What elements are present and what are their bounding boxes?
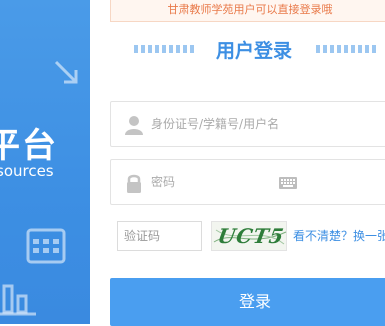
captcha-code: UCT5 <box>215 224 287 248</box>
brand-subtitle: sources <box>0 162 54 180</box>
password-placeholder: 密码 <box>151 175 176 189</box>
captcha-image[interactable]: UCT5 <box>211 221 287 251</box>
expand-arrow-icon <box>54 60 78 84</box>
bar-chart-icon <box>0 284 36 316</box>
username-placeholder: 身份证号/学籍号/用户名 <box>151 117 280 131</box>
refresh-captcha-link[interactable]: 看不清楚？换一张 <box>293 221 385 251</box>
login-heading: 用户登录 <box>134 34 385 64</box>
brand-title: 平台 <box>0 126 58 166</box>
heading-decoration-right <box>316 45 378 53</box>
password-field[interactable]: 密码 <box>110 159 385 205</box>
notice-banner: 甘肃教师学苑用户可以直接登录哦 <box>110 0 385 22</box>
username-field[interactable]: 身份证号/学籍号/用户名 <box>110 101 385 147</box>
calendar-icon <box>26 228 66 264</box>
keyboard-icon[interactable] <box>279 177 297 189</box>
brand-panel: 平台 sources <box>0 0 90 324</box>
page-title: 用户登录 <box>216 40 293 62</box>
user-icon <box>125 116 143 135</box>
heading-decoration-left <box>134 45 196 53</box>
captcha-input[interactable]: 验证码 <box>117 221 202 251</box>
lock-icon <box>127 174 141 193</box>
login-button[interactable]: 登录 <box>110 278 385 326</box>
